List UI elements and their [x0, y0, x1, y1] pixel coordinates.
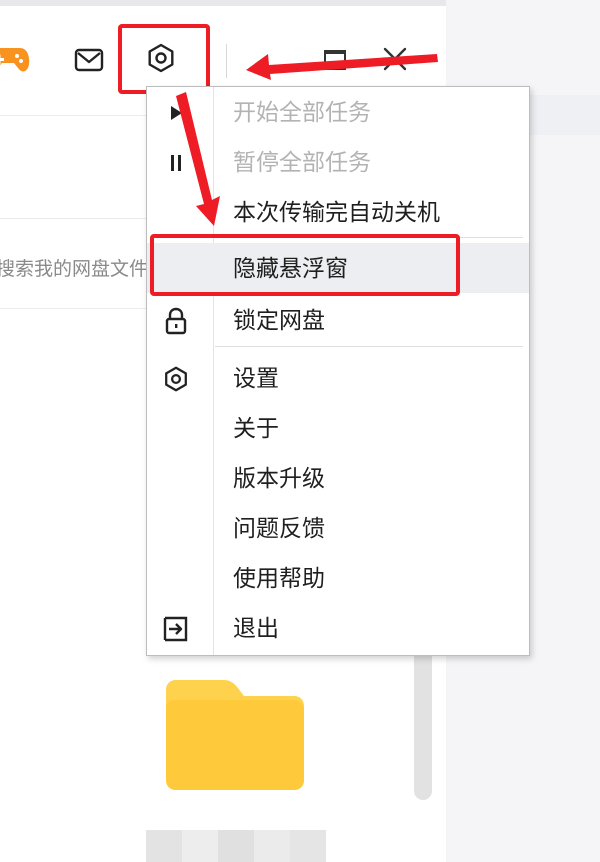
pause-icon: [161, 149, 191, 177]
annotation-highlight-menu-item: [150, 234, 460, 296]
menu-item-label: 使用帮助: [233, 566, 325, 592]
annotation-highlight-gear: [118, 24, 210, 94]
close-icon: [383, 47, 407, 71]
menu-item-label: 开始全部任务: [233, 100, 371, 126]
menu-item-label: 本次传输完自动关机: [233, 200, 440, 226]
menu-item-label: 版本升级: [233, 466, 325, 492]
settings-context-menu: 开始全部任务 暂停全部任务 本次传输完自动关机 隐藏悬浮窗 锁定网盘 设置 关于…: [146, 86, 530, 656]
menu-item-label: 设置: [233, 366, 279, 392]
file-thumbnail-placeholder: [146, 830, 326, 862]
exit-icon: [161, 615, 191, 643]
play-icon: [161, 99, 191, 127]
minimize-icon: [262, 69, 284, 72]
menu-item-label: 问题反馈: [233, 516, 325, 542]
menu-item-feedback[interactable]: 问题反馈: [147, 503, 529, 553]
menu-item-lock-disk[interactable]: 锁定网盘: [147, 295, 529, 345]
menu-item-label: 暂停全部任务: [233, 150, 371, 176]
search-input[interactable]: 搜索我的网盘文件: [0, 254, 148, 281]
menu-item-label: 关于: [233, 416, 279, 442]
minimize-button[interactable]: [262, 58, 284, 72]
window-top-border: [0, 0, 446, 6]
menu-item-about[interactable]: 关于: [147, 403, 529, 453]
menu-item-auto-shutdown[interactable]: 本次传输完自动关机: [147, 187, 529, 237]
menu-item-exit[interactable]: 退出: [147, 603, 529, 653]
maximize-button[interactable]: [324, 50, 346, 70]
title-bar-separator: [226, 44, 227, 78]
menu-item-help[interactable]: 使用帮助: [147, 553, 529, 603]
close-button[interactable]: [382, 46, 408, 72]
menu-item-pause-all-tasks[interactable]: 暂停全部任务: [147, 137, 529, 187]
menu-divider: [215, 346, 523, 347]
folder-icon[interactable]: [166, 680, 304, 790]
menu-item-settings[interactable]: 设置: [147, 353, 529, 403]
mail-icon[interactable]: [74, 48, 104, 72]
menu-item-start-all-tasks[interactable]: 开始全部任务: [147, 87, 529, 137]
search-divider: [0, 308, 160, 309]
menu-item-version-upgrade[interactable]: 版本升级: [147, 453, 529, 503]
lock-icon: [161, 307, 191, 335]
game-controller-icon[interactable]: [0, 44, 30, 76]
menu-item-label: 锁定网盘: [233, 308, 325, 334]
gear-icon: [161, 365, 191, 393]
menu-item-label: 退出: [233, 616, 279, 642]
